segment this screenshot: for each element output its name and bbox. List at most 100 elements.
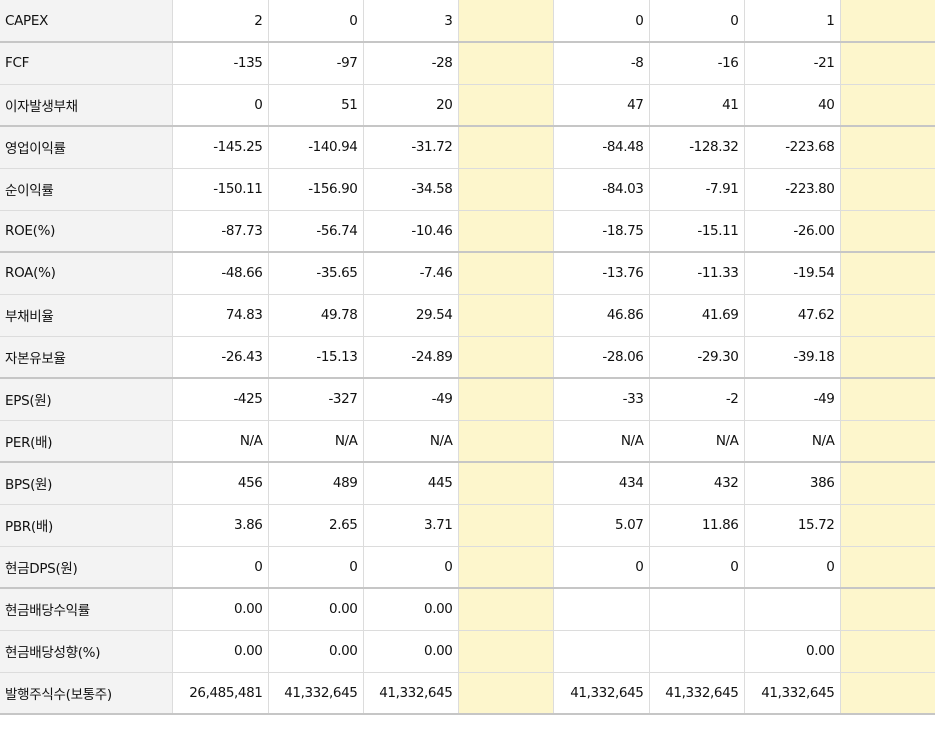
value-cell: 0 <box>649 0 745 43</box>
value-cell: 489 <box>268 462 364 505</box>
highlight-column-cell <box>840 42 935 85</box>
value-cell: -140.94 <box>268 126 364 169</box>
value-cell: -97 <box>268 42 364 85</box>
value-cell: 0 <box>172 546 269 589</box>
row-label: 부채비율 <box>0 294 173 337</box>
value-cell: 41,332,645 <box>268 672 364 715</box>
value-cell: 0.00 <box>268 630 364 673</box>
table-row: 영업이익률 -145.25 -140.94 -31.72 -84.48 -128.32 -2… <box>0 126 935 169</box>
row-label: ROA(%) <box>0 252 173 295</box>
value-cell: -128.32 <box>649 126 745 169</box>
highlight-column-cell <box>840 126 935 169</box>
row-label: BPS(원) <box>0 462 173 505</box>
value-cell <box>553 630 650 673</box>
value-cell: 29.54 <box>363 294 459 337</box>
table-row: 현금배당수익률 0.00 0.00 0.00 <box>0 588 935 631</box>
table-row: 현금배당성향(%) 0.00 0.00 0.00 0.00 <box>0 630 935 673</box>
highlight-column-cell <box>840 210 935 253</box>
value-cell: -15.13 <box>268 336 364 379</box>
highlight-column-cell <box>458 546 554 589</box>
value-cell: -24.89 <box>363 336 459 379</box>
value-cell: -16 <box>649 42 745 85</box>
value-cell: 40 <box>744 84 841 127</box>
highlight-column-cell <box>840 672 935 715</box>
value-cell: 41.69 <box>649 294 745 337</box>
value-cell: 0 <box>172 84 269 127</box>
table-row: 부채비율 74.83 49.78 29.54 46.86 41.69 47.62 <box>0 294 935 337</box>
highlight-column-cell <box>840 546 935 589</box>
value-cell: -21 <box>744 42 841 85</box>
highlight-column-cell <box>458 294 554 337</box>
value-cell: 5.07 <box>553 504 650 547</box>
value-cell: 46.86 <box>553 294 650 337</box>
highlight-column-cell <box>458 504 554 547</box>
highlight-column-cell <box>840 420 935 463</box>
highlight-column-cell <box>840 462 935 505</box>
value-cell: 0.00 <box>363 588 459 631</box>
value-cell: N/A <box>363 420 459 463</box>
value-cell: N/A <box>649 420 745 463</box>
highlight-column-cell <box>840 588 935 631</box>
row-label: FCF <box>0 42 173 85</box>
value-cell: N/A <box>553 420 650 463</box>
highlight-column-cell <box>458 42 554 85</box>
table-row: BPS(원) 456 489 445 434 432 386 <box>0 462 935 505</box>
value-cell: -13.76 <box>553 252 650 295</box>
value-cell: 20 <box>363 84 459 127</box>
value-cell: 0 <box>553 546 650 589</box>
value-cell: 3 <box>363 0 459 43</box>
value-cell: -49 <box>363 378 459 421</box>
value-cell: 0 <box>363 546 459 589</box>
row-label: EPS(원) <box>0 378 173 421</box>
value-cell: -39.18 <box>744 336 841 379</box>
highlight-column-cell <box>458 210 554 253</box>
value-cell: -19.54 <box>744 252 841 295</box>
highlight-column-cell <box>458 630 554 673</box>
value-cell <box>744 588 841 631</box>
table-row: 자본유보율 -26.43 -15.13 -24.89 -28.06 -29.30 -39.1… <box>0 336 935 379</box>
value-cell: -10.46 <box>363 210 459 253</box>
value-cell: -223.68 <box>744 126 841 169</box>
highlight-column-cell <box>840 378 935 421</box>
value-cell: 0.00 <box>744 630 841 673</box>
value-cell: -425 <box>172 378 269 421</box>
value-cell: 47 <box>553 84 650 127</box>
value-cell: -26.43 <box>172 336 269 379</box>
highlight-column-cell <box>458 336 554 379</box>
value-cell: -28 <box>363 42 459 85</box>
value-cell: 0 <box>553 0 650 43</box>
value-cell: -84.03 <box>553 168 650 211</box>
value-cell: -34.58 <box>363 168 459 211</box>
value-cell: -29.30 <box>649 336 745 379</box>
value-cell: -56.74 <box>268 210 364 253</box>
value-cell: -87.73 <box>172 210 269 253</box>
table-row: PER(배) N/A N/A N/A N/A N/A N/A <box>0 420 935 463</box>
row-label: 발행주식수(보통주) <box>0 672 173 715</box>
value-cell: N/A <box>744 420 841 463</box>
value-cell: 3.71 <box>363 504 459 547</box>
table-row: 발행주식수(보통주) 26,485,481 41,332,645 41,332,645… <box>0 672 935 715</box>
value-cell: 2.65 <box>268 504 364 547</box>
value-cell: 51 <box>268 84 364 127</box>
value-cell: 0 <box>268 0 364 43</box>
value-cell: 434 <box>553 462 650 505</box>
highlight-column-cell <box>458 378 554 421</box>
value-cell: -26.00 <box>744 210 841 253</box>
highlight-column-cell <box>458 0 554 43</box>
table-row: 순이익률 -150.11 -156.90 -34.58 -84.03 -7.91 -223.… <box>0 168 935 211</box>
value-cell: -33 <box>553 378 650 421</box>
value-cell: 41,332,645 <box>649 672 745 715</box>
highlight-column-cell <box>840 168 935 211</box>
row-label: 순이익률 <box>0 168 173 211</box>
row-label: PBR(배) <box>0 504 173 547</box>
highlight-column-cell <box>840 336 935 379</box>
value-cell: 0 <box>744 546 841 589</box>
value-cell: -156.90 <box>268 168 364 211</box>
table-body: CAPEX 2 0 3 0 0 1 FCF -135 -97 -28 -8 -16 -21 이자발생부채 0 5… <box>0 0 935 715</box>
row-label: 현금DPS(원) <box>0 546 173 589</box>
table-row: FCF -135 -97 -28 -8 -16 -21 <box>0 42 935 85</box>
table-row: ROA(%) -48.66 -35.65 -7.46 -13.76 -11.33 -19.5… <box>0 252 935 295</box>
value-cell: -49 <box>744 378 841 421</box>
value-cell <box>553 588 650 631</box>
value-cell: -8 <box>553 42 650 85</box>
